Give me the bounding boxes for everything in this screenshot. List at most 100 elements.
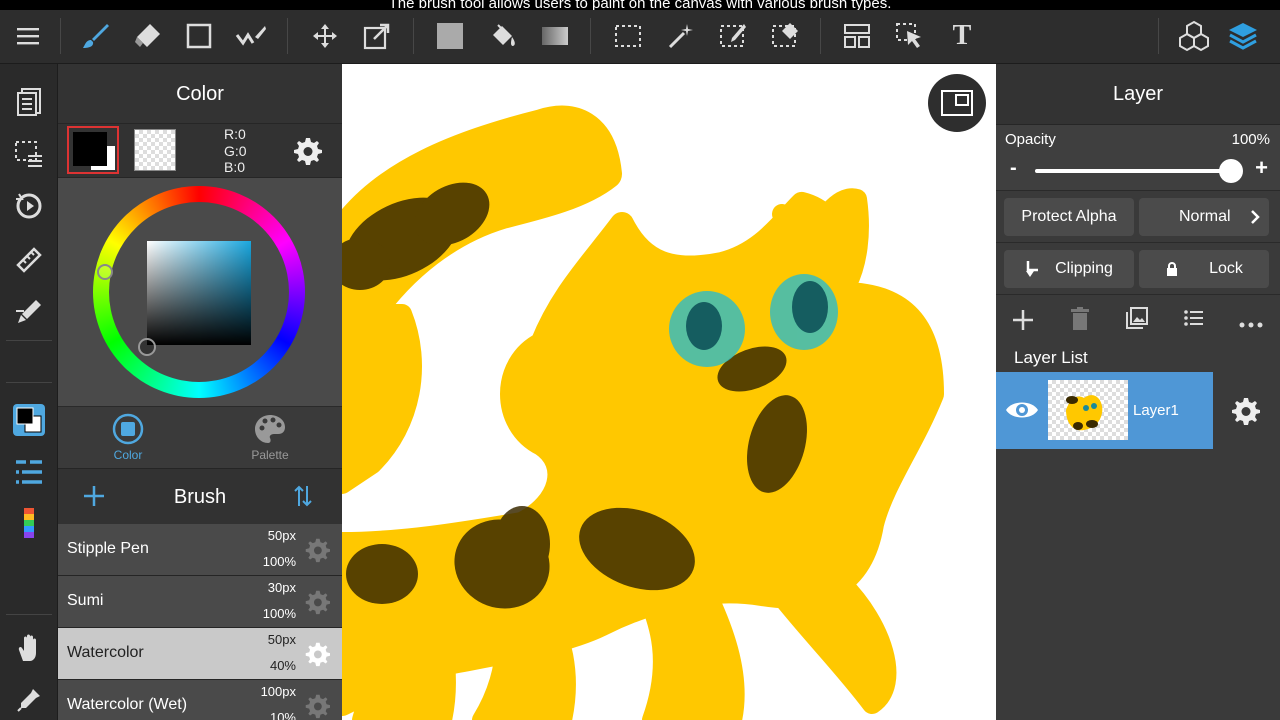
brush-row-selected[interactable]: Watercolor 50px 40% bbox=[58, 628, 342, 680]
brush-settings-gear-icon[interactable] bbox=[304, 693, 330, 720]
brush-name: Sumi bbox=[67, 592, 104, 609]
rgb-readout: R:0 G:0 B:0 bbox=[224, 126, 247, 176]
color-settings-gear-icon[interactable] bbox=[292, 136, 322, 171]
palette-icon bbox=[255, 415, 285, 443]
canvas-painting bbox=[342, 105, 944, 720]
layer-row[interactable]: Layer1 bbox=[996, 372, 1213, 449]
select-rect-icon[interactable] bbox=[608, 14, 648, 58]
color-picker-handle[interactable] bbox=[138, 338, 156, 356]
color-swatch-icon[interactable] bbox=[9, 400, 49, 440]
move-icon[interactable] bbox=[305, 14, 345, 58]
blue-value: B:0 bbox=[224, 159, 246, 175]
fill-color-icon[interactable] bbox=[430, 14, 470, 58]
protect-alpha-button[interactable]: Protect Alpha bbox=[1004, 198, 1134, 236]
brush-opacity: 40% bbox=[269, 658, 296, 673]
clipping-button[interactable]: Clipping bbox=[1004, 250, 1134, 288]
magic-wand-icon[interactable] bbox=[661, 14, 701, 58]
brush-settings-gear-icon[interactable] bbox=[304, 537, 330, 568]
opacity-slider-track[interactable] bbox=[1035, 169, 1231, 173]
lock-label: Lock bbox=[1209, 260, 1243, 277]
drawing-canvas[interactable] bbox=[342, 64, 996, 720]
toolbar-divider bbox=[1158, 18, 1159, 54]
select-eraser-icon[interactable] bbox=[765, 14, 805, 58]
hue-handle[interactable] bbox=[97, 264, 113, 280]
visibility-eye-icon[interactable] bbox=[1004, 398, 1040, 427]
layer-panel-title: Layer bbox=[996, 64, 1280, 125]
opacity-increase-button[interactable]: + bbox=[1255, 155, 1268, 181]
panel-layout-icon[interactable] bbox=[837, 14, 877, 58]
tab-color[interactable]: Color bbox=[73, 413, 183, 462]
opacity-decrease-button[interactable]: - bbox=[1010, 157, 1017, 180]
snap-pen-icon[interactable] bbox=[9, 292, 49, 332]
layer-panel: Layer Opacity 100% - + Protect Alpha Nor… bbox=[996, 64, 1280, 720]
selection-menu-icon[interactable] bbox=[9, 134, 49, 174]
rotate-canvas-icon[interactable] bbox=[9, 186, 49, 226]
brush-settings-gear-icon[interactable] bbox=[304, 641, 330, 672]
layer-thumbnail bbox=[1048, 380, 1128, 440]
eyedropper-icon[interactable] bbox=[9, 680, 49, 720]
blend-mode-value: Normal bbox=[1179, 208, 1231, 225]
opacity-label: Opacity bbox=[1005, 131, 1056, 148]
color-wheel-area bbox=[58, 178, 342, 406]
layer-clip-row: Clipping Lock bbox=[996, 243, 1280, 295]
primary-color-swatch[interactable] bbox=[67, 126, 119, 174]
layer-settings-gear-icon[interactable] bbox=[1230, 396, 1260, 431]
layer-list-icon[interactable] bbox=[1184, 309, 1204, 332]
smudge-icon[interactable] bbox=[231, 14, 271, 58]
pages-icon[interactable] bbox=[9, 82, 49, 122]
lock-button[interactable]: Lock bbox=[1139, 250, 1269, 288]
saturation-value-square[interactable] bbox=[147, 241, 251, 345]
navigator-icon bbox=[941, 90, 973, 116]
layers-icon[interactable] bbox=[1223, 14, 1263, 58]
hand-icon[interactable] bbox=[9, 628, 49, 668]
more-options-icon[interactable] bbox=[1239, 315, 1263, 333]
brush-row[interactable]: Sumi 30px 100% bbox=[58, 576, 342, 628]
layer-tools-row bbox=[996, 295, 1280, 343]
text-icon[interactable]: T bbox=[942, 14, 982, 58]
navigator-button[interactable] bbox=[928, 74, 986, 132]
delete-layer-icon[interactable] bbox=[1070, 307, 1090, 336]
layer-list-label: Layer List bbox=[1014, 348, 1088, 367]
blend-mode-select[interactable]: Normal bbox=[1139, 198, 1269, 236]
brush-settings-gear-icon[interactable] bbox=[304, 589, 330, 620]
bucket-icon[interactable] bbox=[483, 14, 523, 58]
rail-divider bbox=[6, 382, 52, 383]
rail-divider bbox=[6, 340, 52, 341]
rectangle-icon[interactable] bbox=[179, 14, 219, 58]
brush-icon[interactable] bbox=[75, 14, 115, 58]
color-panel: Color R:0 G:0 B:0 Color Palette bbox=[58, 64, 342, 468]
sort-brush-icon[interactable] bbox=[293, 484, 313, 513]
color-panel-title: Color bbox=[58, 64, 342, 124]
eraser-icon[interactable] bbox=[127, 14, 167, 58]
brush-list-icon[interactable] bbox=[9, 452, 49, 492]
top-toolbar: The brush tool allows users to paint on … bbox=[0, 0, 1280, 64]
transform-icon[interactable] bbox=[357, 14, 397, 58]
select-pen-icon[interactable] bbox=[713, 14, 753, 58]
material-icon[interactable] bbox=[1174, 14, 1214, 58]
add-layer-icon[interactable] bbox=[1012, 309, 1034, 336]
color-bar-icon[interactable] bbox=[9, 504, 49, 544]
brush-size: 100px bbox=[260, 684, 296, 699]
toolbar-divider bbox=[820, 18, 821, 54]
layer-image-icon[interactable] bbox=[1126, 307, 1148, 334]
tab-palette[interactable]: Palette bbox=[215, 413, 325, 462]
layer-mode-row: Protect Alpha Normal bbox=[996, 191, 1280, 243]
pointer-select-icon[interactable] bbox=[890, 14, 930, 58]
tab-color-label: Color bbox=[113, 448, 143, 462]
brush-size: 50px bbox=[267, 632, 296, 647]
toolbar-divider bbox=[287, 18, 288, 54]
opacity-slider-handle[interactable] bbox=[1219, 159, 1243, 183]
brush-panel-header: Brush bbox=[58, 468, 342, 524]
ruler-icon[interactable] bbox=[9, 240, 49, 280]
brush-row[interactable]: Watercolor (Wet) 100px 10% bbox=[58, 680, 342, 720]
transparent-color-swatch[interactable] bbox=[134, 129, 176, 171]
brush-name: Watercolor (Wet) bbox=[67, 696, 188, 713]
lock-icon bbox=[1167, 262, 1178, 276]
brush-name: Stipple Pen bbox=[67, 540, 149, 557]
brush-row[interactable]: Stipple Pen 50px 100% bbox=[58, 524, 342, 576]
clipping-label: Clipping bbox=[1055, 260, 1113, 277]
gradient-icon[interactable] bbox=[535, 14, 575, 58]
left-tool-rail bbox=[0, 64, 58, 720]
red-value: R:0 bbox=[224, 126, 246, 142]
menu-icon[interactable] bbox=[8, 14, 48, 58]
